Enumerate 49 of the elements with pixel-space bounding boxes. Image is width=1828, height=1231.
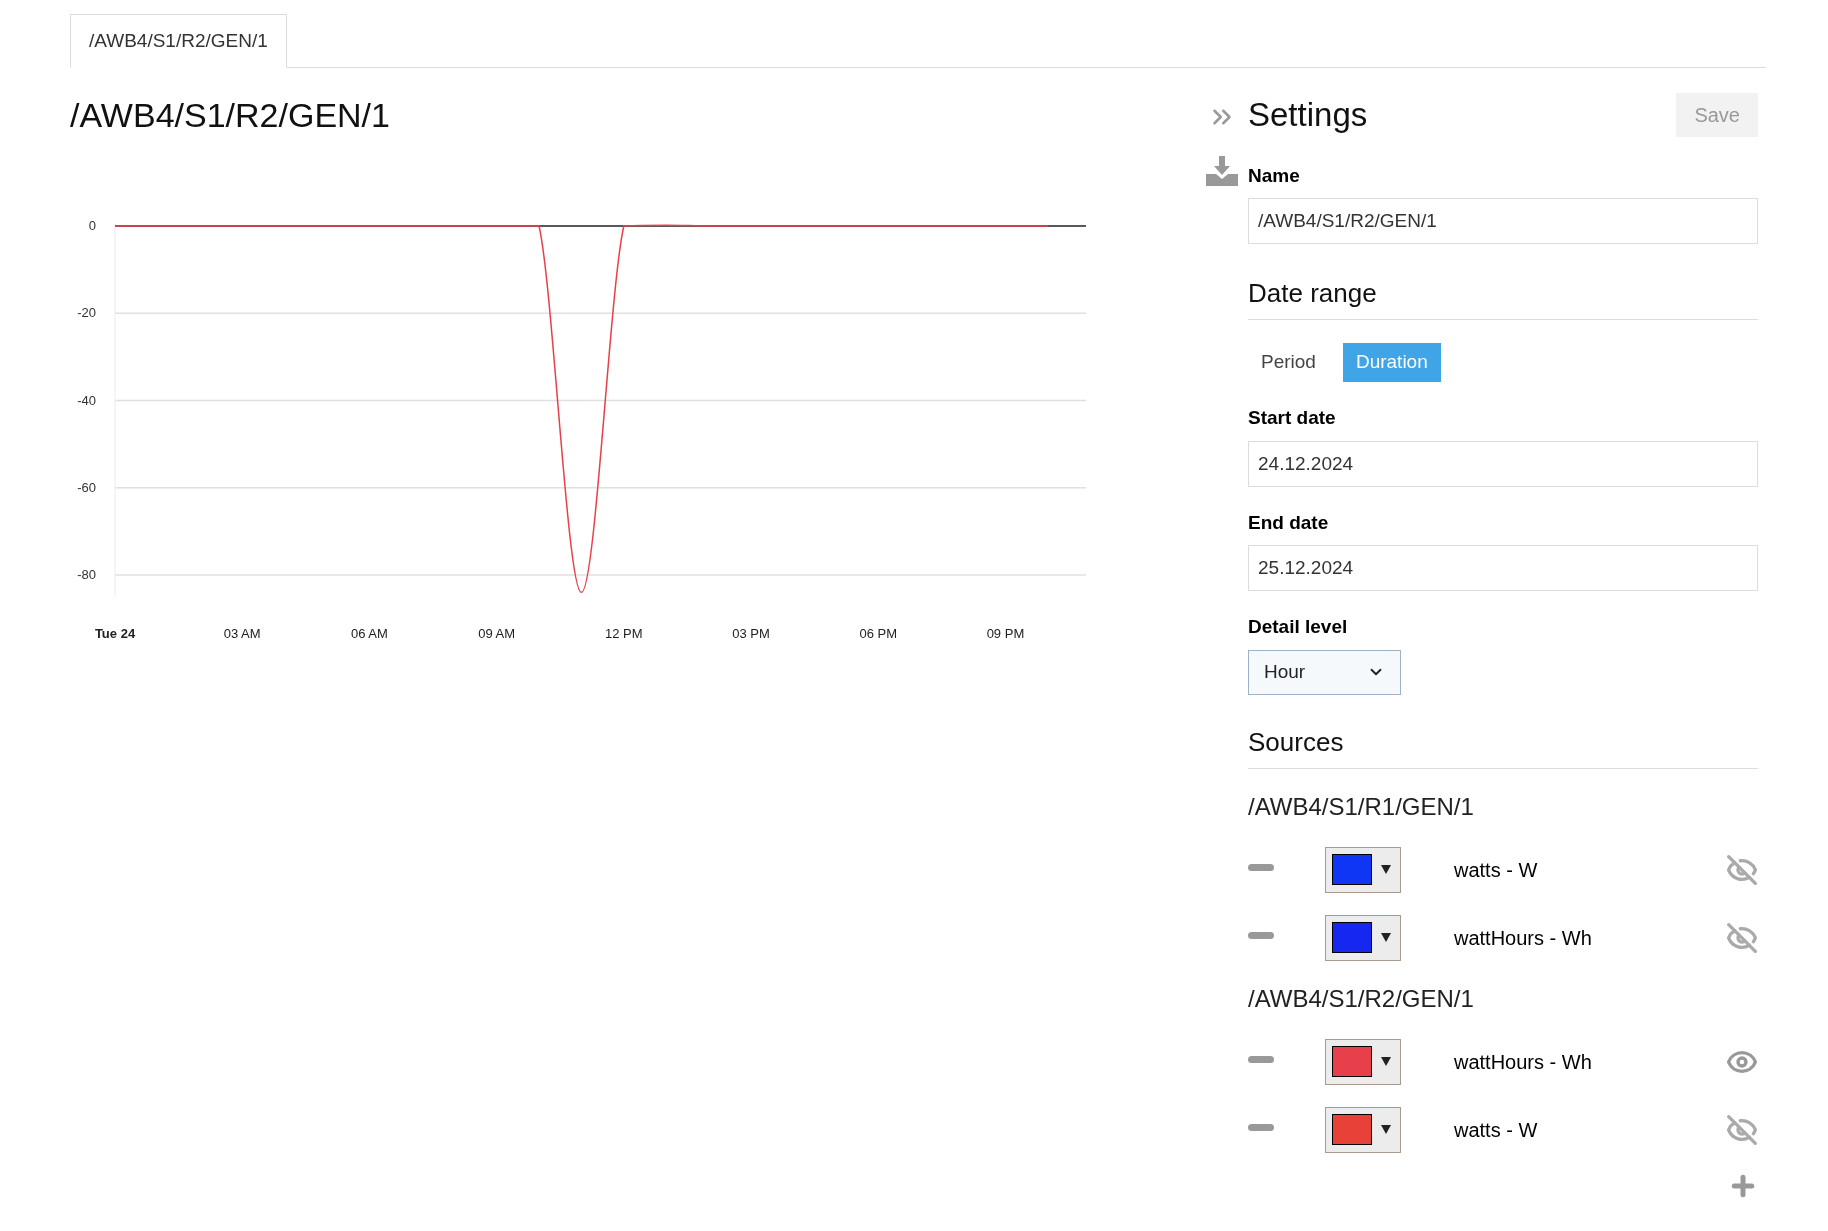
color-picker[interactable] [1325, 914, 1401, 961]
page-title: /AWB4/S1/R2/GEN/1 [70, 95, 391, 136]
x-tick-label: 03 PM [732, 626, 770, 641]
x-tick-label: Tue 24 [94, 626, 136, 641]
x-tick-label: 03 AM [223, 626, 261, 641]
source-label: watts - W [1454, 857, 1538, 883]
tab[interactable]: /AWB4/S1/R2/GEN/1 [70, 14, 287, 68]
remove-icon[interactable] [1248, 864, 1274, 871]
y-tick-label: -60 [77, 479, 96, 495]
source-group-title: /AWB4/S1/R2/GEN/1 [1248, 983, 1475, 1014]
x-tick-label: 12 PM [605, 626, 643, 641]
mode-tab[interactable]: Period [1248, 343, 1329, 382]
x-tick-label: 09 AM [478, 626, 516, 641]
section-heading: Sources [1248, 722, 1758, 769]
y-tick-label: -20 [77, 305, 96, 321]
source-label: wattHours - Wh [1454, 1049, 1592, 1075]
section-heading: Date range [1248, 274, 1758, 320]
color-picker[interactable] [1325, 846, 1401, 893]
source-group-title: /AWB4/S1/R1/GEN/1 [1248, 791, 1475, 822]
field-label: Name [1248, 163, 1301, 188]
eye-off-icon[interactable] [1726, 1113, 1758, 1146]
y-tick-label: 0 [88, 218, 96, 233]
y-tick-label: -40 [77, 392, 96, 408]
settings-title: Settings [1248, 95, 1368, 135]
source-label: wattHours - Wh [1454, 925, 1592, 951]
field-label: Detail level [1248, 615, 1349, 639]
download-icon[interactable] [1206, 156, 1238, 186]
color-picker[interactable] [1325, 1106, 1401, 1153]
caret-icon [1381, 933, 1391, 942]
caret-icon [1381, 865, 1391, 874]
detail-level-dropdown[interactable]: Hour [1248, 649, 1401, 695]
input-field[interactable]: 24.12.2024 [1248, 440, 1758, 487]
input-field[interactable]: /AWB4/S1/R2/GEN/1 [1248, 198, 1758, 244]
eye-off-icon[interactable] [1726, 921, 1758, 954]
caret-icon [1381, 1057, 1391, 1066]
caret-icon [1381, 1125, 1391, 1134]
eye-off-icon[interactable] [1726, 853, 1758, 886]
remove-icon[interactable] [1248, 1124, 1274, 1131]
remove-icon[interactable] [1248, 932, 1274, 939]
x-tick-label: 06 AM [351, 626, 388, 641]
x-tick-label: 09 PM [986, 626, 1025, 641]
x-tick-label: 06 PM [859, 626, 897, 641]
field-label: End date [1248, 510, 1330, 535]
input-field[interactable]: 25.12.2024 [1248, 545, 1758, 591]
y-tick-label: -80 [77, 567, 96, 582]
source-label: watts - W [1454, 1117, 1538, 1143]
remove-icon[interactable] [1248, 1056, 1274, 1063]
field-label: Start date [1248, 406, 1337, 430]
color-picker[interactable] [1325, 1038, 1401, 1085]
